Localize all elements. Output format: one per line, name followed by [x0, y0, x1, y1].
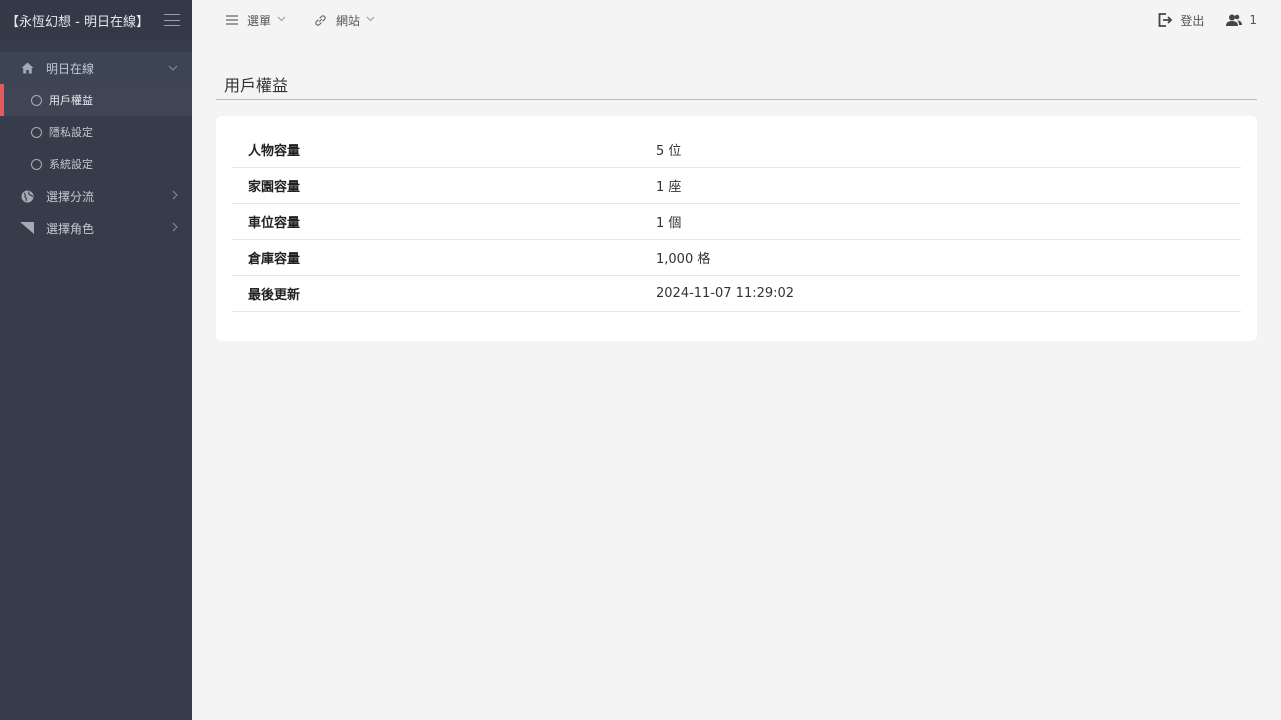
- row-key: 倉庫容量: [248, 252, 301, 267]
- circle-icon: [31, 94, 42, 106]
- row-value: 1,000 格: [656, 252, 711, 267]
- sidebar-item-user-rights[interactable]: 用戶權益: [0, 84, 192, 116]
- sidebar-group-label: 明日在線: [46, 61, 95, 76]
- users-button[interactable]: 1: [1226, 13, 1257, 27]
- table-row: 最後更新 2024-11-07 11:29:02: [232, 276, 1241, 312]
- circle-icon: [31, 126, 42, 138]
- table-row: 倉庫容量 1,000 格: [232, 240, 1241, 276]
- users-count: 1: [1249, 13, 1257, 27]
- row-value: 1 座: [656, 180, 682, 195]
- circle-icon: [31, 158, 42, 170]
- sidebar-item-system[interactable]: 系統設定: [0, 148, 192, 180]
- table-row: 車位容量 1 個: [232, 204, 1241, 240]
- row-key: 人物容量: [248, 144, 301, 159]
- sidebar-nav: 明日在線 用戶權益 隱私設定 系統設定 選擇分流 選擇角色: [0, 52, 192, 244]
- sidebar-item-privacy[interactable]: 隱私設定: [0, 116, 192, 148]
- logout-label: 登出: [1180, 13, 1205, 28]
- menu-dropdown[interactable]: 選單: [226, 12, 286, 29]
- users-icon: [1226, 14, 1243, 26]
- page-title: 用戶權益: [216, 72, 1257, 100]
- list-icon: [226, 15, 238, 25]
- sidebar: 【永恆幻想 - 明日在線】 明日在線 用戶權益 隱私設定 系統設定 選擇分流 選…: [0, 0, 192, 720]
- row-key: 家園容量: [248, 180, 301, 195]
- row-key: 最後更新: [248, 288, 301, 303]
- app-title: 【永恆幻想 - 明日在線】: [6, 14, 149, 30]
- logout-icon: [1158, 13, 1173, 27]
- chevron-down-icon: [277, 15, 286, 25]
- row-key: 車位容量: [248, 216, 301, 231]
- sidebar-toggle-icon[interactable]: [164, 14, 180, 26]
- chevron-right-icon: [172, 190, 178, 203]
- rights-card: 人物容量 5 位 家園容量 1 座 車位容量 1 個 倉庫容量 1,000 格 …: [216, 116, 1257, 341]
- sidebar-group-label: 選擇角色: [46, 221, 95, 236]
- sidebar-item-label: 系統設定: [49, 158, 93, 171]
- table-row: 人物容量 5 位: [232, 132, 1241, 168]
- row-value: 5 位: [656, 144, 682, 159]
- row-value: 2024-11-07 11:29:02: [656, 286, 795, 301]
- chevron-down-icon: [366, 15, 375, 25]
- link-icon: [314, 14, 327, 27]
- globe-icon: [20, 189, 34, 203]
- chevron-down-icon: [168, 63, 178, 74]
- flag-icon: [20, 221, 34, 235]
- brand-bar: 【永恆幻想 - 明日在線】: [0, 0, 192, 40]
- sidebar-group-home[interactable]: 明日在線: [0, 52, 192, 84]
- row-value: 1 個: [656, 216, 682, 231]
- website-dropdown[interactable]: 網站: [314, 12, 375, 29]
- sidebar-item-label: 隱私設定: [49, 126, 93, 139]
- website-label: 網站: [336, 13, 361, 28]
- sidebar-group-character[interactable]: 選擇角色: [0, 212, 192, 244]
- home-icon: [20, 61, 34, 75]
- sidebar-item-label: 用戶權益: [49, 94, 93, 107]
- logout-button[interactable]: 登出: [1158, 12, 1204, 29]
- menu-label: 選單: [247, 13, 272, 28]
- chevron-right-icon: [172, 222, 178, 235]
- table-row: 家園容量 1 座: [232, 168, 1241, 204]
- sidebar-group-label: 選擇分流: [46, 189, 95, 204]
- top-bar: 選單 網站 登出 1: [192, 0, 1281, 40]
- top-right-actions: 登出 1: [1158, 12, 1281, 29]
- sidebar-group-server[interactable]: 選擇分流: [0, 180, 192, 212]
